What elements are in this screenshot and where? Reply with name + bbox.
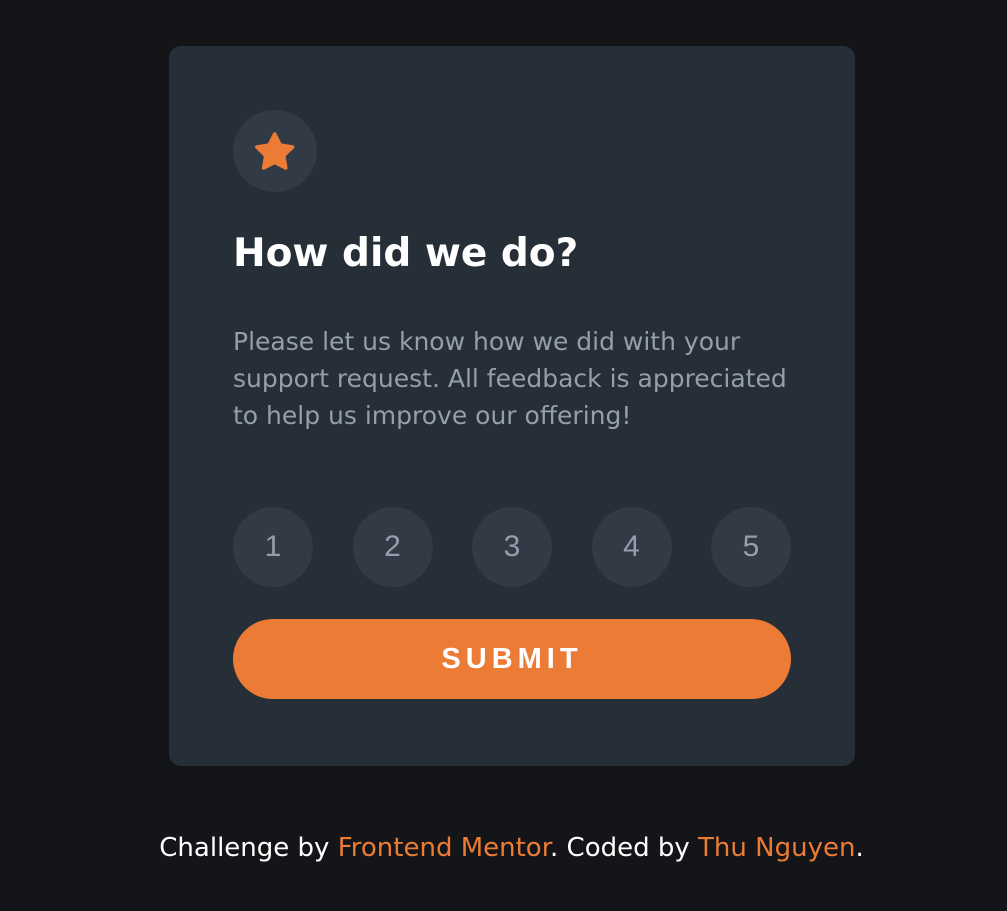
- star-icon: [255, 132, 295, 170]
- rating-5-button[interactable]: 5: [711, 507, 791, 587]
- frontend-mentor-link[interactable]: Frontend Mentor: [338, 833, 550, 863]
- rating-options: 1 2 3 4 5: [233, 507, 791, 587]
- rating-3-button[interactable]: 3: [472, 507, 552, 587]
- attribution: Challenge by Frontend Mentor. Coded by T…: [0, 828, 1007, 868]
- card-title: How did we do?: [233, 231, 579, 276]
- attribution-middle: . Coded by: [550, 833, 699, 863]
- submit-button[interactable]: SUBMIT: [233, 619, 791, 699]
- rating-card: How did we do? Please let us know how we…: [169, 46, 855, 766]
- rating-2-button[interactable]: 2: [352, 507, 433, 587]
- rating-4-button[interactable]: 4: [591, 507, 672, 587]
- star-badge: [233, 110, 317, 192]
- card-description: Please let us know how we did with your …: [233, 327, 787, 430]
- rating-1-button[interactable]: 1: [233, 507, 313, 587]
- attribution-prefix: Challenge by: [159, 833, 338, 863]
- attribution-suffix: .: [855, 833, 864, 863]
- author-link[interactable]: Thu Nguyen: [698, 833, 855, 863]
